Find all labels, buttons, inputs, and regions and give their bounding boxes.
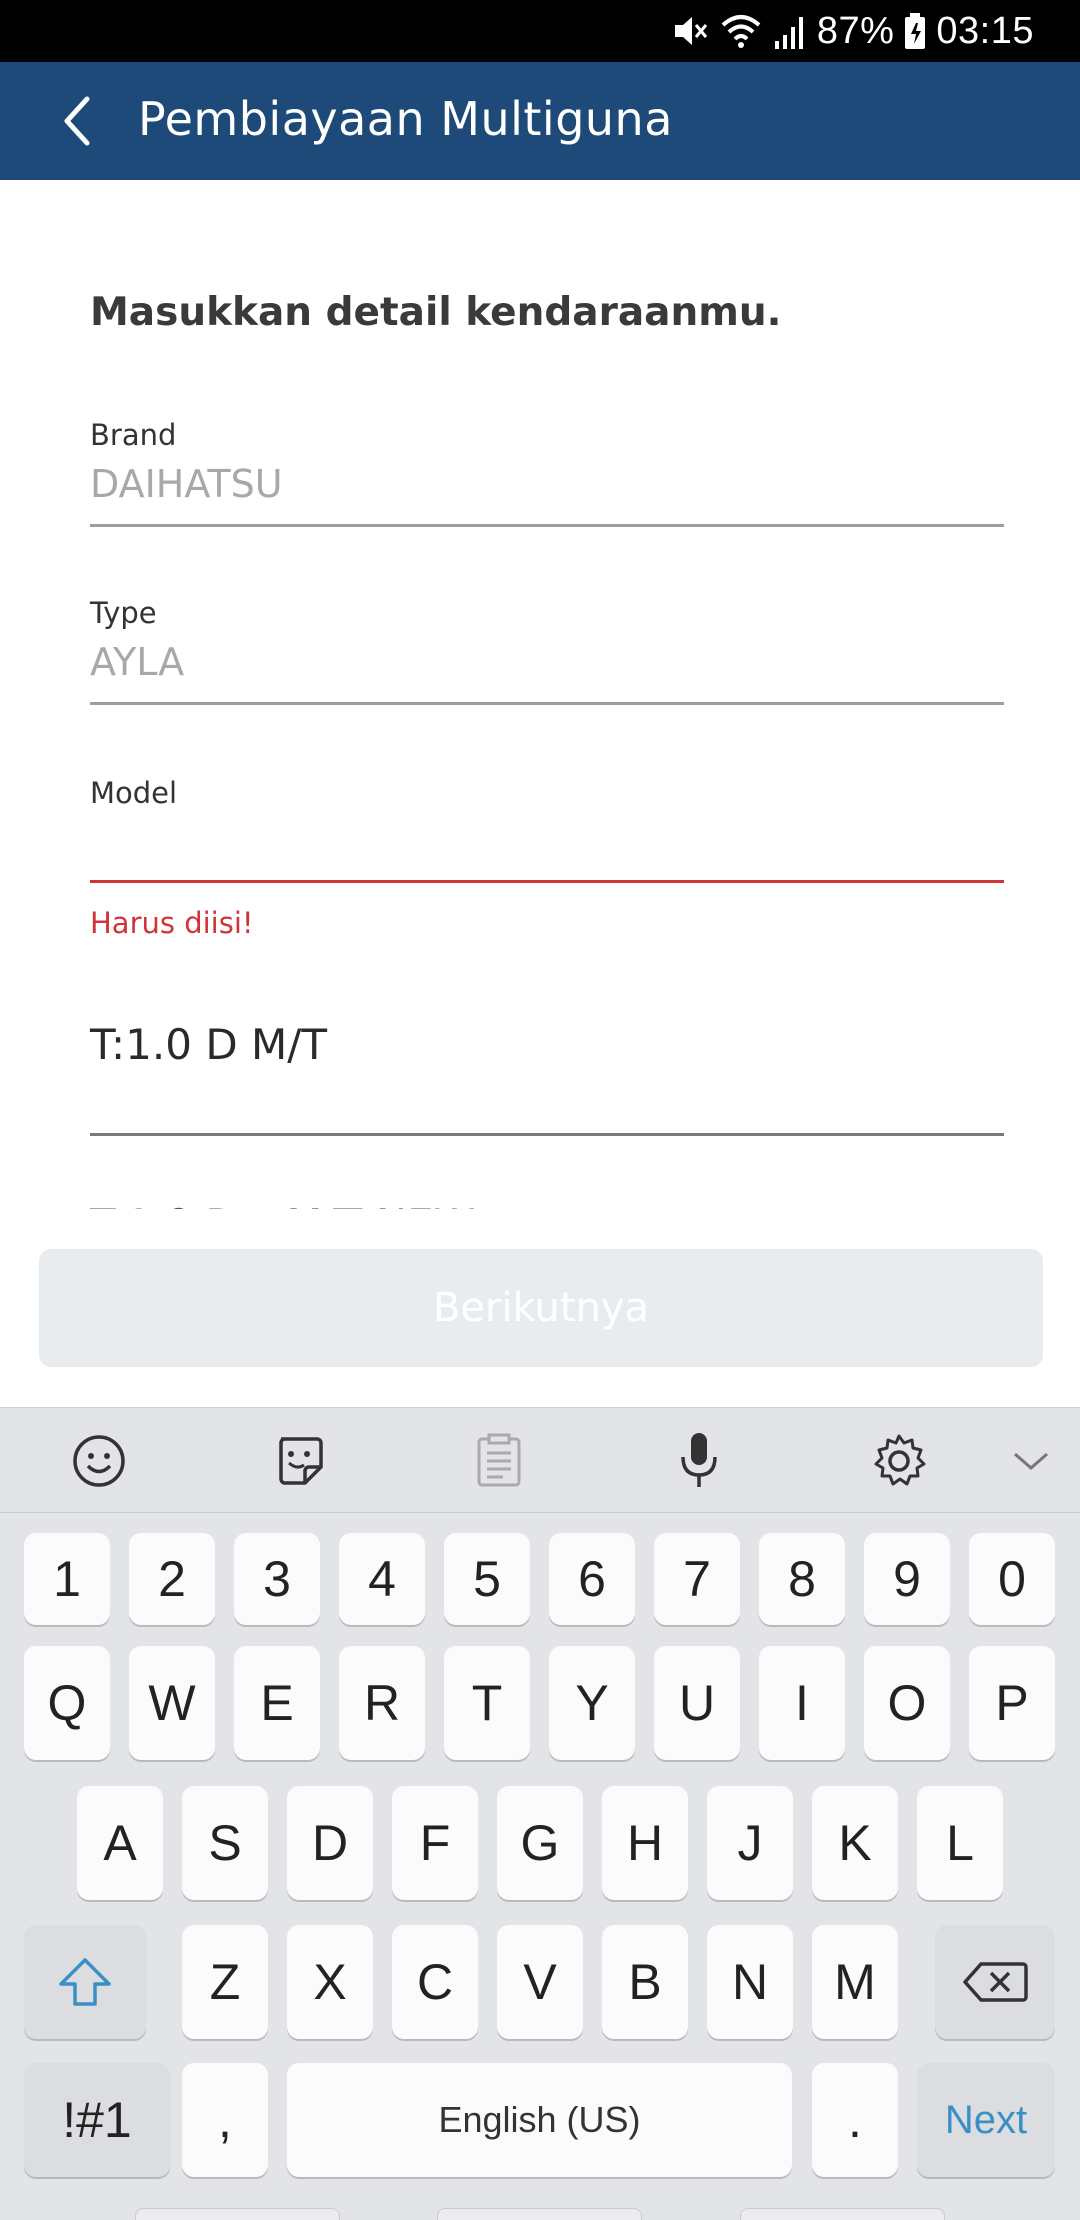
model-label: Model — [90, 776, 178, 810]
key-o[interactable]: O — [864, 1646, 950, 1760]
key-q[interactable]: Q — [24, 1646, 110, 1760]
key-8[interactable]: 8 — [759, 1533, 845, 1625]
space-key[interactable]: English (US) — [287, 2063, 792, 2177]
collapse-icon[interactable] — [1000, 1430, 1062, 1492]
key-d[interactable]: D — [287, 1786, 373, 1900]
key-3[interactable]: 3 — [234, 1533, 320, 1625]
type-label: Type — [90, 596, 157, 630]
clipboard-icon[interactable] — [468, 1430, 530, 1492]
key-i[interactable]: I — [759, 1646, 845, 1760]
keyboard: 1 2 3 4 5 6 7 8 9 0 Q W E R T Y U I O P … — [0, 1407, 1080, 2220]
battery-percent: 87% — [816, 9, 895, 52]
brand-label: Brand — [90, 418, 177, 452]
shift-icon — [59, 1958, 111, 2006]
dropdown-option-clipped: T:1.0 D+ M/T NEW — [0, 1185, 1080, 1209]
form-heading: Masukkan detail kendaraanmu. — [90, 290, 782, 335]
period-key[interactable]: . — [812, 2063, 898, 2177]
status-bar: 87% 03:15 — [0, 0, 1080, 62]
battery-icon — [905, 13, 926, 49]
shift-key[interactable] — [24, 1925, 146, 2039]
key-4[interactable]: 4 — [339, 1533, 425, 1625]
key-1[interactable]: 1 — [24, 1533, 110, 1625]
brand-underline — [90, 524, 1004, 527]
key-r[interactable]: R — [339, 1646, 425, 1760]
key-0[interactable]: 0 — [969, 1533, 1055, 1625]
brand-field[interactable]: DAIHATSU — [90, 462, 283, 506]
key-9[interactable]: 9 — [864, 1533, 950, 1625]
keyboard-handle — [740, 2208, 945, 2220]
key-h[interactable]: H — [602, 1786, 688, 1900]
comma-key[interactable]: , — [182, 2063, 268, 2177]
page-title: Pembiayaan Multiguna — [138, 92, 673, 146]
app-bar: Pembiayaan Multiguna — [0, 62, 1080, 180]
key-2[interactable]: 2 — [129, 1533, 215, 1625]
mute-icon — [674, 17, 707, 45]
sticker-icon[interactable] — [268, 1430, 330, 1492]
type-field[interactable]: AYLA — [90, 640, 184, 684]
key-x[interactable]: X — [287, 1925, 373, 2039]
key-k[interactable]: K — [812, 1786, 898, 1900]
key-g[interactable]: G — [497, 1786, 583, 1900]
symbols-key[interactable]: !#1 — [24, 2063, 170, 2177]
keyboard-toolbar — [0, 1408, 1080, 1513]
model-underline — [90, 880, 1004, 883]
key-7[interactable]: 7 — [654, 1533, 740, 1625]
key-s[interactable]: S — [182, 1786, 268, 1900]
key-c[interactable]: C — [392, 1925, 478, 2039]
backspace-key[interactable] — [935, 1925, 1055, 2039]
model-field[interactable] — [90, 820, 1004, 876]
key-p[interactable]: P — [969, 1646, 1055, 1760]
next-key[interactable]: Next — [917, 2063, 1055, 2177]
key-w[interactable]: W — [129, 1646, 215, 1760]
dropdown-option[interactable]: T:1.0 D M/T — [90, 1020, 327, 1069]
dropdown-option[interactable]: T:1.0 D+ M/T NEW — [90, 1200, 475, 1209]
key-u[interactable]: U — [654, 1646, 740, 1760]
microphone-icon[interactable] — [668, 1430, 730, 1492]
next-button[interactable]: Berikutnya — [39, 1249, 1043, 1367]
clock: 03:15 — [936, 9, 1034, 52]
key-v[interactable]: V — [497, 1925, 583, 2039]
key-b[interactable]: B — [602, 1925, 688, 2039]
key-y[interactable]: Y — [549, 1646, 635, 1760]
backspace-icon — [963, 1962, 1028, 2002]
key-a[interactable]: A — [77, 1786, 163, 1900]
type-underline — [90, 702, 1004, 705]
keyboard-handle — [135, 2208, 340, 2220]
key-n[interactable]: N — [707, 1925, 793, 2039]
emoji-icon[interactable] — [68, 1430, 130, 1492]
key-f[interactable]: F — [392, 1786, 478, 1900]
wifi-icon — [721, 15, 761, 48]
status-icons: 87% 03:15 — [669, 8, 1034, 54]
key-j[interactable]: J — [707, 1786, 793, 1900]
key-6[interactable]: 6 — [549, 1533, 635, 1625]
key-5[interactable]: 5 — [444, 1533, 530, 1625]
keyboard-handle — [437, 2208, 642, 2220]
settings-icon[interactable] — [868, 1430, 930, 1492]
back-button[interactable] — [40, 84, 114, 158]
key-e[interactable]: E — [234, 1646, 320, 1760]
key-t[interactable]: T — [444, 1646, 530, 1760]
key-l[interactable]: L — [917, 1786, 1003, 1900]
key-z[interactable]: Z — [182, 1925, 268, 2039]
chevron-left-icon — [64, 96, 90, 146]
dropdown-divider — [90, 1133, 1004, 1136]
signal-icon — [774, 17, 803, 49]
key-m[interactable]: M — [812, 1925, 898, 2039]
model-error: Harus diisi! — [90, 906, 254, 940]
